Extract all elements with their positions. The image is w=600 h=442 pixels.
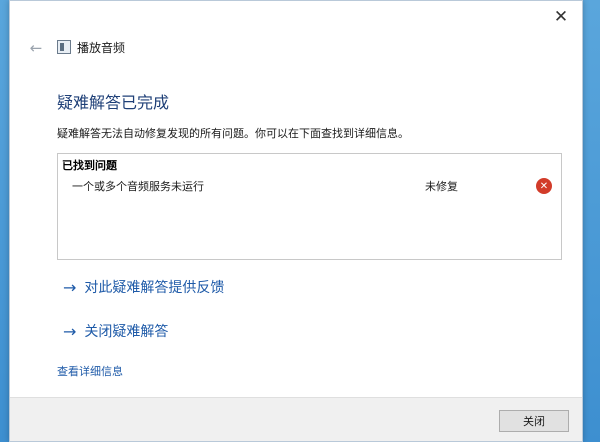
problems-found-panel: 已找到问题 一个或多个音频服务未运行 未修复 ✕ [57, 153, 562, 260]
close-troubleshooter-link-label: 关闭疑难解答 [84, 324, 169, 340]
arrow-right-icon: → [63, 277, 77, 297]
page-heading: 疑难解答已完成 [57, 93, 170, 112]
view-details-link[interactable]: 查看详细信息 [57, 363, 123, 379]
problem-status: 未修复 [425, 180, 458, 193]
window-close-icon[interactable]: ✕ [548, 5, 574, 29]
feedback-link-label: 对此疑难解答提供反馈 [84, 280, 225, 296]
problem-name: 一个或多个音频服务未运行 [72, 180, 204, 193]
problem-row[interactable]: 一个或多个音频服务未运行 未修复 ✕ [58, 174, 561, 198]
close-troubleshooter-link[interactable]: → 关闭疑难解答 [63, 321, 168, 341]
troubleshooter-window: ✕ ← 播放音频 疑难解答已完成 疑难解答无法自动修复发现的所有问题。你可以在下… [9, 0, 583, 442]
page-description: 疑难解答无法自动修复发现的所有问题。你可以在下面查找到详细信息。 [57, 127, 409, 140]
back-arrow-icon[interactable]: ← [27, 39, 45, 57]
feedback-link[interactable]: → 对此疑难解答提供反馈 [63, 277, 224, 297]
problems-found-header: 已找到问题 [62, 159, 117, 172]
audio-troubleshooter-icon [57, 40, 71, 54]
close-button[interactable]: 关闭 [499, 410, 569, 432]
arrow-right-icon: → [63, 321, 77, 341]
footer-bar: 关闭 [10, 397, 582, 441]
window-title: 播放音频 [77, 41, 126, 55]
error-icon: ✕ [536, 178, 552, 194]
